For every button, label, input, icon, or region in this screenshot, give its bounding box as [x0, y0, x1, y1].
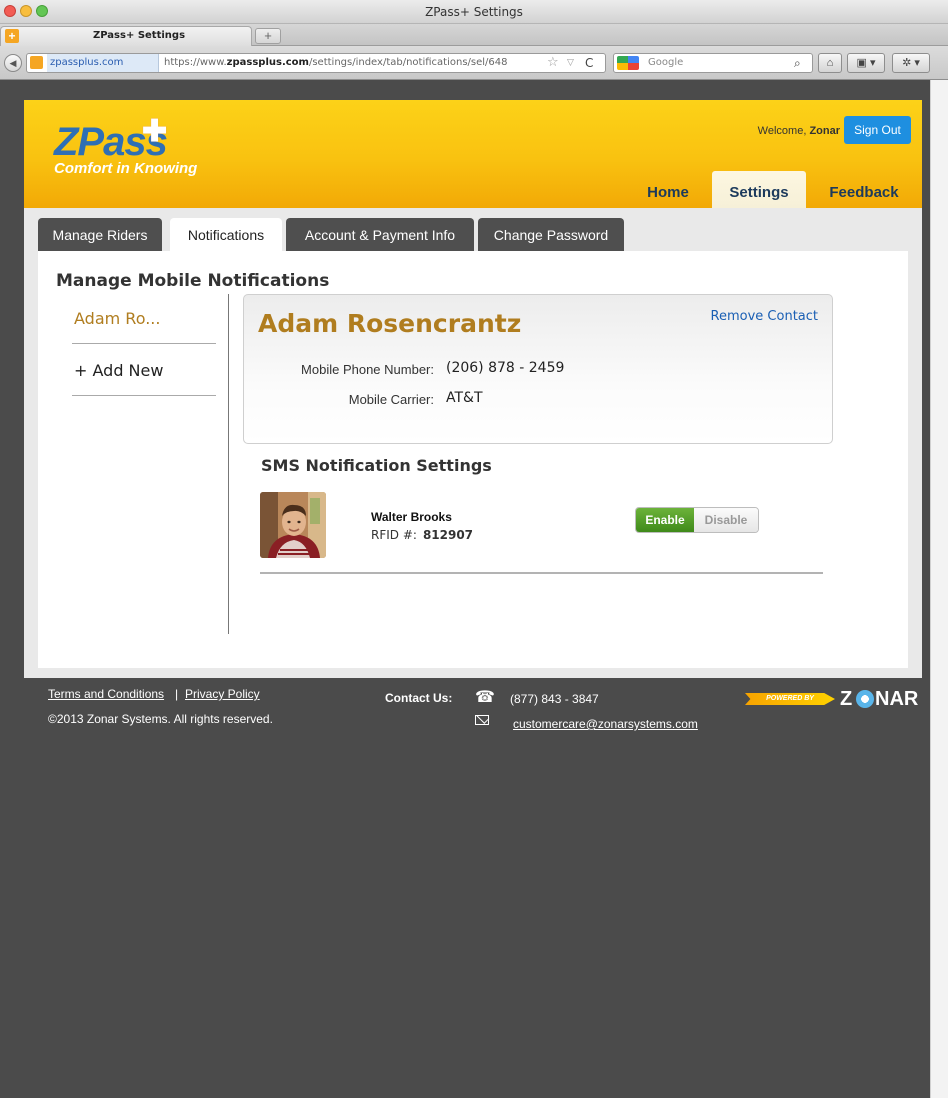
zonar-globe-icon — [856, 690, 874, 708]
sign-out-button[interactable]: Sign Out — [844, 116, 911, 144]
contact-list-item[interactable]: Adam Ro... — [72, 294, 216, 344]
window-title: ZPass+ Settings — [425, 5, 523, 19]
main-nav: Home Settings Feedback — [24, 171, 922, 208]
url-bar[interactable]: zpassplus.com https://www.zpassplus.com/… — [26, 53, 606, 73]
contact-us-label: Contact Us: — [385, 691, 453, 705]
welcome-message: Welcome, Zonar — [758, 125, 840, 137]
rfid-value: 812907 — [422, 528, 474, 542]
page-scrollbar[interactable] — [930, 80, 948, 1098]
mail-icon — [475, 715, 489, 725]
browser-tabbar: + ZPass+ Settings + — [0, 24, 948, 46]
disable-button[interactable]: Disable — [694, 508, 758, 532]
back-button[interactable]: ◀ — [4, 54, 22, 72]
search-bar[interactable]: Google ⌕ — [613, 53, 813, 73]
bookmarks-icon[interactable]: ▣ ▾ — [847, 53, 885, 73]
notifications-panel: Manage Mobile Notifications Adam Ro... +… — [38, 251, 908, 668]
browser-tab-title: ZPass+ Settings — [93, 30, 186, 41]
rider-avatar-icon — [260, 492, 326, 558]
nav-settings[interactable]: Settings — [712, 171, 806, 208]
browser-navbar: ◀ zpassplus.com https://www.zpassplus.co… — [0, 46, 948, 80]
bookmark-star-icon[interactable]: ☆ — [547, 54, 559, 72]
carrier-label: Mobile Carrier: — [348, 392, 434, 407]
new-tab-button[interactable]: + — [255, 28, 281, 44]
powered-by-badge: POWERED BY — [745, 693, 835, 705]
reload-icon[interactable]: C — [585, 54, 593, 72]
rider-photo — [260, 492, 326, 558]
phone-label: Mobile Phone Number: — [301, 362, 434, 377]
email-link[interactable]: customercare@zonarsystems.com — [513, 717, 698, 731]
rfid-label: RFID #: — [371, 528, 417, 542]
powered-by-zonar-logo[interactable]: POWERED BY Z NAR — [745, 688, 930, 710]
zonar-z: Z — [840, 688, 853, 710]
browser-tab[interactable]: + ZPass+ Settings — [0, 26, 252, 46]
footer: Terms and Conditions | Privacy Policy ©2… — [0, 680, 930, 740]
search-placeholder: Google — [648, 57, 684, 68]
history-dropdown-icon[interactable]: ▽ — [567, 54, 574, 72]
rider-rfid: RFID #: 812907 — [371, 528, 473, 542]
addons-icon[interactable]: ✲ ▾ — [892, 53, 930, 73]
google-engine-icon[interactable] — [617, 56, 639, 70]
nav-feedback[interactable]: Feedback — [814, 171, 914, 208]
zonar-rest: NAR — [875, 688, 919, 710]
url-domain-badge[interactable]: zpassplus.com — [47, 54, 159, 72]
page-title: Manage Mobile Notifications — [56, 271, 330, 291]
remove-contact-link[interactable]: Remove Contact — [711, 309, 818, 324]
url-text[interactable]: https://www.zpassplus.com/settings/index… — [164, 54, 544, 72]
welcome-user: Zonar — [809, 125, 840, 137]
home-icon[interactable]: ⌂ — [818, 53, 842, 73]
page-viewport: ZPass ✚ Comfort in Knowing Welcome, Zona… — [0, 80, 930, 1098]
contact-name: Adam Rosencrantz — [258, 309, 522, 338]
add-new-contact-button[interactable]: + Add New — [72, 346, 216, 396]
contact-details-card: Adam Rosencrantz Remove Contact Mobile P… — [243, 294, 833, 444]
tab-change-password[interactable]: Change Password — [478, 218, 624, 251]
url-prefix: https://www. — [164, 57, 227, 68]
tab-manage-riders[interactable]: Manage Riders — [38, 218, 162, 251]
vertical-divider — [228, 294, 229, 634]
zpass-favicon-icon: + — [5, 29, 19, 43]
tab-account-payment[interactable]: Account & Payment Info — [286, 218, 474, 251]
nav-home[interactable]: Home — [638, 171, 698, 208]
logo-plus-icon: ✚ — [142, 115, 168, 148]
enable-button[interactable]: Enable — [636, 508, 694, 532]
rider-divider — [260, 572, 823, 574]
notification-toggle: Enable Disable — [635, 507, 759, 533]
url-host: zpassplus.com — [226, 57, 309, 68]
footer-separator: | — [175, 687, 179, 701]
content-area: Manage Riders Notifications Account & Pa… — [24, 208, 922, 678]
terms-link[interactable]: Terms and Conditions — [48, 687, 164, 701]
window-titlebar: ZPass+ Settings — [0, 0, 948, 24]
carrier-value: AT&T — [446, 390, 483, 406]
phone-value: (206) 878 - 2459 — [446, 360, 565, 376]
search-icon[interactable]: ⌕ — [794, 54, 801, 72]
footer-phone: (877) 843 - 3847 — [510, 692, 599, 706]
copyright: ©2013 Zonar Systems. All rights reserved… — [48, 712, 273, 726]
phone-icon: ☎ — [475, 689, 495, 706]
rider-name: Walter Brooks — [371, 510, 452, 524]
privacy-link[interactable]: Privacy Policy — [185, 687, 260, 701]
welcome-prefix: Welcome, — [757, 125, 810, 137]
tab-notifications[interactable]: Notifications — [170, 218, 282, 251]
sms-settings-title: SMS Notification Settings — [261, 456, 492, 475]
url-path: /settings/index/tab/notifications/sel/64… — [308, 57, 508, 68]
site-identity-icon — [30, 56, 43, 69]
site-header: ZPass ✚ Comfort in Knowing Welcome, Zona… — [24, 100, 922, 208]
